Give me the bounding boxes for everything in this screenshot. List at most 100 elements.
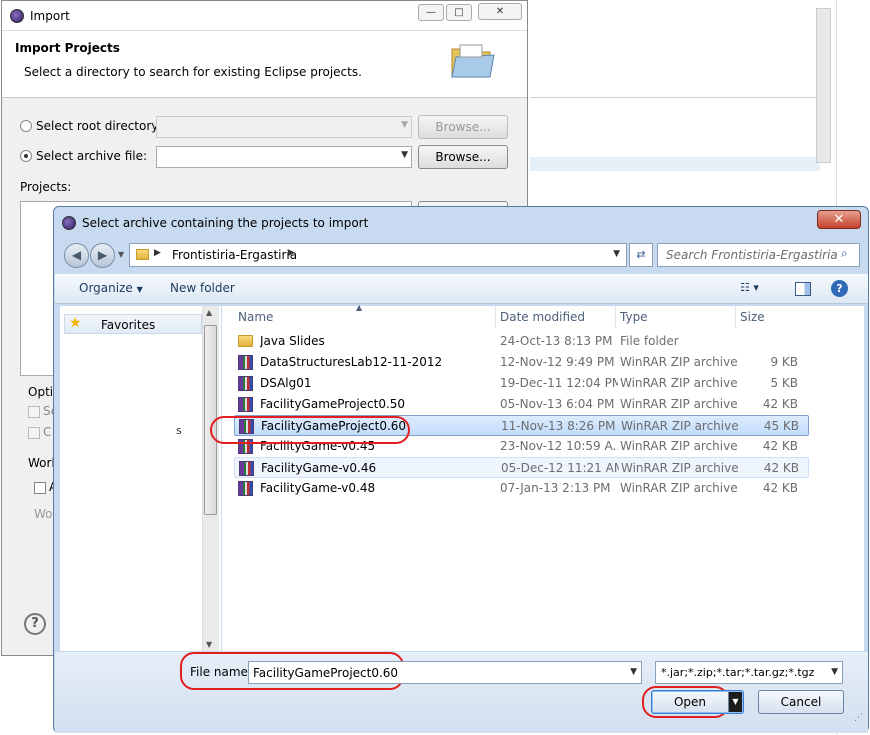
chevron-right-icon[interactable]: ▶ — [288, 248, 295, 258]
star-icon: ★ — [69, 315, 82, 331]
view-options-icon[interactable]: ☷ ▾ — [740, 281, 759, 294]
file-size: 5 KB — [770, 376, 798, 390]
chevron-down-icon: ▼ — [136, 285, 143, 294]
background-selected-line — [530, 157, 820, 171]
file-size: 45 KB — [763, 419, 799, 433]
favorites-label: Favorites — [101, 318, 156, 332]
file-date: 07-Jan-13 2:13 PM — [500, 481, 611, 495]
chevron-down-icon[interactable]: ▼ — [630, 667, 637, 677]
folder-icon — [136, 249, 149, 260]
root-directory-radio[interactable] — [20, 120, 32, 132]
file-row[interactable]: DataStructuresLab12-11-2012 12-Nov-12 9:4… — [234, 352, 809, 373]
file-name-label: File name: — [190, 665, 252, 679]
file-name: DSAlg01 — [260, 376, 312, 390]
breadcrumb[interactable]: Frontistiria-Ergastiria — [172, 248, 297, 262]
zip-archive-icon — [238, 355, 253, 370]
file-row[interactable]: FacilityGame-v0.46 05-Dec-12 11:21 AM WinR… — [234, 457, 809, 478]
close-button[interactable]: ✕ — [817, 210, 861, 229]
address-bar[interactable]: ▶ Frontistiria-Ergastiria ▶ ▼ — [129, 243, 627, 267]
help-icon[interactable]: ? — [831, 280, 848, 297]
file-dialog: Select archive containing the projects t… — [53, 206, 869, 733]
help-icon[interactable]: ? — [24, 613, 46, 635]
file-type: WinRAR ZIP archive — [621, 461, 739, 475]
folder-icon — [238, 335, 253, 347]
chevron-right-icon: ▶ — [154, 248, 161, 258]
minimize-button[interactable]: — — [418, 4, 444, 21]
archive-file-combo[interactable]: ▼ — [156, 146, 412, 168]
add-to-working-set-checkbox[interactable] — [34, 482, 46, 494]
file-size: 42 KB — [762, 439, 798, 453]
column-header-type[interactable]: Type — [616, 306, 736, 328]
file-date: 05-Dec-12 11:21 AM — [501, 461, 619, 475]
open-button[interactable]: Open ▼ — [651, 690, 744, 714]
file-size: 42 KB — [763, 461, 799, 475]
file-row[interactable]: DSAlg01 19-Dec-11 12:04 PM WinRAR ZIP arch… — [234, 373, 809, 394]
chevron-down-icon: ▼ — [401, 150, 408, 160]
file-name-input[interactable]: FacilityGameProject0.60 ▼ — [248, 661, 642, 684]
archive-file-radio[interactable] — [20, 150, 32, 162]
preview-pane-icon[interactable] — [795, 282, 811, 296]
file-type-filter[interactable]: *.jar;*.zip;*.tar;*.tar.gz;*.tgz ▼ — [655, 661, 843, 684]
copy-projects-checkbox[interactable] — [28, 427, 40, 439]
maximize-button[interactable]: □ — [446, 4, 472, 21]
options-group-label: Opti — [28, 385, 54, 399]
zip-archive-icon — [238, 481, 253, 496]
file-date: 19-Dec-11 12:04 PM — [500, 376, 618, 390]
file-name: Java Slides — [260, 334, 325, 348]
import-title: Import — [30, 9, 70, 23]
root-directory-combo[interactable]: ▼ — [156, 116, 412, 138]
background-scrollbar[interactable] — [816, 8, 831, 163]
file-type: WinRAR ZIP archive — [620, 376, 738, 390]
column-header-size[interactable]: Size — [736, 306, 806, 328]
file-date: 24-Oct-13 8:13 PM — [500, 334, 613, 348]
file-name: FacilityGameProject0.50 — [260, 397, 406, 411]
browse-archive-button[interactable]: Browse... — [418, 145, 508, 169]
scroll-down-icon[interactable]: ▼ — [206, 640, 212, 649]
new-folder-button[interactable]: New folder — [170, 281, 235, 295]
refresh-button[interactable]: ⇄ — [629, 243, 653, 267]
forward-arrow-icon: ▶ — [97, 248, 108, 262]
file-size: 9 KB — [770, 355, 798, 369]
copy-projects-label: C — [43, 425, 52, 439]
resize-grip-icon[interactable]: ⋰ — [854, 713, 863, 723]
root-directory-label: Select root directory: — [36, 119, 162, 133]
search-input[interactable]: Search Frontistiria-Ergastiria ⌕ — [657, 243, 860, 267]
favorites-item[interactable]: ★ Favorites — [64, 314, 202, 334]
open-label: Open — [673, 695, 707, 709]
file-name: FacilityGame-v0.48 — [260, 481, 376, 495]
column-header-name[interactable]: Name — [234, 306, 496, 328]
toolbar: Organize ▼ New folder ☷ ▾ ? — [55, 274, 868, 304]
file-size: 42 KB — [762, 481, 798, 495]
browse-root-button[interactable]: Browse... — [418, 115, 508, 139]
search-nested-checkbox[interactable] — [28, 406, 40, 418]
file-type: WinRAR ZIP archive — [620, 355, 738, 369]
file-type: File folder — [620, 334, 679, 348]
import-titlebar: Import — □ ✕ — [2, 1, 527, 31]
open-dropdown-icon[interactable]: ▼ — [728, 692, 742, 712]
scroll-up-icon[interactable]: ▲ — [206, 308, 212, 317]
cancel-button[interactable]: Cancel — [758, 690, 844, 714]
file-type: WinRAR ZIP archive — [620, 481, 738, 495]
file-row[interactable]: FacilityGameProject0.50 05-Nov-13 6:04 PM… — [234, 394, 809, 415]
recent-locations-icon[interactable]: ▼ — [118, 250, 124, 259]
file-list: Name ▲ Date modified Type Size Java Slid… — [222, 303, 864, 651]
archive-file-label: Select archive file: — [36, 149, 148, 163]
nav-item-fragment: s — [176, 424, 182, 437]
forward-button[interactable]: ▶ — [90, 243, 115, 268]
file-row[interactable]: FacilityGame-v0.48 07-Jan-13 2:13 PM WinRA… — [234, 478, 809, 499]
file-date: 11-Nov-13 8:26 PM — [501, 419, 616, 433]
zip-archive-icon — [239, 461, 254, 476]
page-title: Import Projects — [15, 41, 120, 55]
highlight-annotation — [210, 416, 410, 444]
column-header-date[interactable]: Date modified — [496, 306, 616, 328]
chevron-down-icon[interactable]: ▼ — [613, 249, 620, 259]
organize-button[interactable]: Organize ▼ — [79, 281, 143, 295]
sort-arrow-icon: ▲ — [356, 303, 363, 312]
back-button[interactable]: ◀ — [64, 243, 89, 268]
file-row[interactable]: Java Slides 24-Oct-13 8:13 PM File folder — [234, 331, 809, 352]
close-button[interactable]: ✕ — [478, 3, 522, 20]
folder-banner-icon — [451, 44, 495, 78]
file-type: WinRAR ZIP archive — [620, 397, 738, 411]
file-size: 42 KB — [762, 397, 798, 411]
file-date: 23-Nov-12 10:59 A... — [500, 439, 618, 453]
